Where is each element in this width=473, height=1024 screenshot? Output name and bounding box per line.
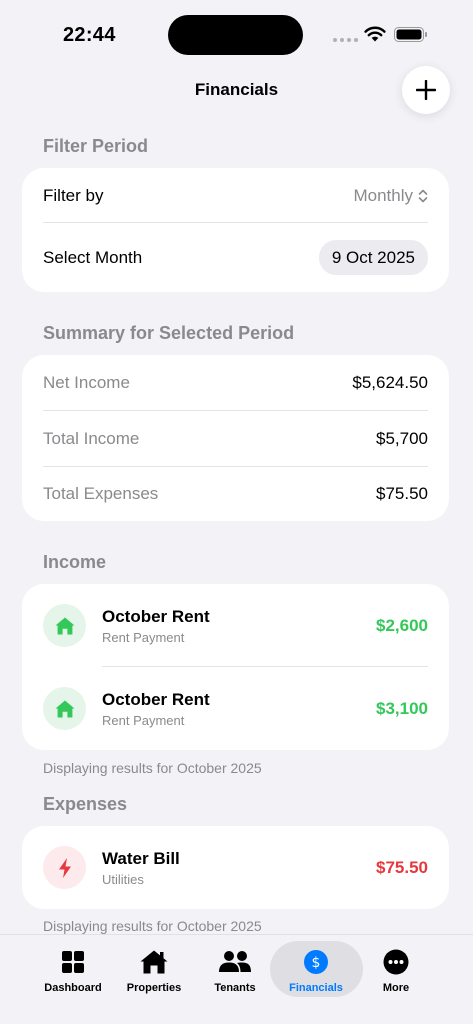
net-income-value: $5,624.50 <box>352 372 428 392</box>
month-date-picker[interactable]: 9 Oct 2025 <box>318 240 428 275</box>
cellular-signal-icon <box>333 38 358 42</box>
income-footnote: Displaying results for October 2025 <box>43 760 262 776</box>
filter-card: Filter by Monthly Select Month 9 Oct 202… <box>22 168 449 292</box>
grid-icon <box>61 945 85 979</box>
tab-properties[interactable]: Properties <box>107 935 201 1001</box>
expenses-footnote: Displaying results for October 2025 <box>43 918 262 934</box>
income-amount: $2,600 <box>376 615 428 635</box>
summary-card: Net Income $5,624.50 Total Income $5,700… <box>22 355 449 521</box>
select-month-row: Select Month 9 Oct 2025 <box>22 223 449 292</box>
house-icon <box>43 687 86 730</box>
summary-header: Summary for Selected Period <box>43 323 295 343</box>
tab-dashboard[interactable]: Dashboard <box>26 935 120 1001</box>
status-time: 22:44 <box>63 24 116 46</box>
expense-amount: $75.50 <box>376 857 428 877</box>
expenses-card: Water Bill Utilities $75.50 <box>22 826 449 909</box>
income-title: October Rent <box>102 606 210 626</box>
total-expenses-row: Total Expenses $75.50 <box>22 467 449 521</box>
filter-by-row[interactable]: Filter by Monthly <box>22 168 449 223</box>
chevron-up-down-icon <box>418 189 428 202</box>
filter-by-label: Filter by <box>43 185 104 205</box>
filter-period-header: Filter Period <box>43 136 149 156</box>
net-income-row: Net Income $5,624.50 <box>22 355 449 410</box>
total-expenses-value: $75.50 <box>376 484 428 503</box>
battery-icon <box>394 27 427 42</box>
net-income-label: Net Income <box>43 372 130 392</box>
total-income-row: Total Income $5,700 <box>22 411 449 466</box>
tab-label: Financials <box>289 982 343 994</box>
total-income-value: $5,700 <box>376 428 428 448</box>
income-amount: $3,100 <box>376 698 428 718</box>
dynamic-island <box>168 15 303 55</box>
tab-label: Dashboard <box>44 982 102 994</box>
total-income-label: Total Income <box>43 428 140 448</box>
tab-bar: Dashboard Properties Tenants $ Financial… <box>0 934 473 1024</box>
income-title: October Rent <box>102 689 210 709</box>
expense-subtitle: Utilities <box>102 871 144 887</box>
filter-by-value: Monthly <box>353 185 413 205</box>
bolt-icon <box>43 846 86 889</box>
tab-label: More <box>382 982 410 994</box>
ellipsis-icon <box>383 945 409 979</box>
add-button[interactable] <box>402 66 450 114</box>
income-subtitle: Rent Payment <box>102 629 185 645</box>
income-list-item[interactable]: October Rent Rent Payment $3,100 <box>22 667 449 750</box>
financials-screen: 22:44 Financials Filter Period Filter by… <box>0 0 473 1024</box>
tab-label: Properties <box>126 982 182 994</box>
plus-icon <box>416 80 436 100</box>
expenses-header: Expenses <box>43 794 128 814</box>
status-bar: 22:44 <box>0 0 473 62</box>
income-card: October Rent Rent Payment $2,600 October… <box>22 584 449 750</box>
total-expenses-label: Total Expenses <box>43 484 159 503</box>
tab-more[interactable]: More <box>349 935 443 1001</box>
filter-by-picker[interactable]: Monthly <box>353 186 428 206</box>
expense-list-item[interactable]: Water Bill Utilities $75.50 <box>22 826 449 909</box>
people-icon <box>218 945 252 979</box>
expense-title: Water Bill <box>102 848 180 868</box>
house-icon <box>43 604 86 647</box>
income-subtitle: Rent Payment <box>102 712 185 728</box>
wifi-icon <box>364 26 386 42</box>
select-month-label: Select Month <box>43 247 143 267</box>
house-icon <box>139 945 169 979</box>
tab-label: Tenants <box>214 982 256 994</box>
income-header: Income <box>43 552 107 572</box>
tab-tenants[interactable]: Tenants <box>188 935 282 1001</box>
svg-text:$: $ <box>312 955 321 971</box>
dollar-icon: $ <box>303 945 329 979</box>
income-list-item[interactable]: October Rent Rent Payment $2,600 <box>22 584 449 667</box>
